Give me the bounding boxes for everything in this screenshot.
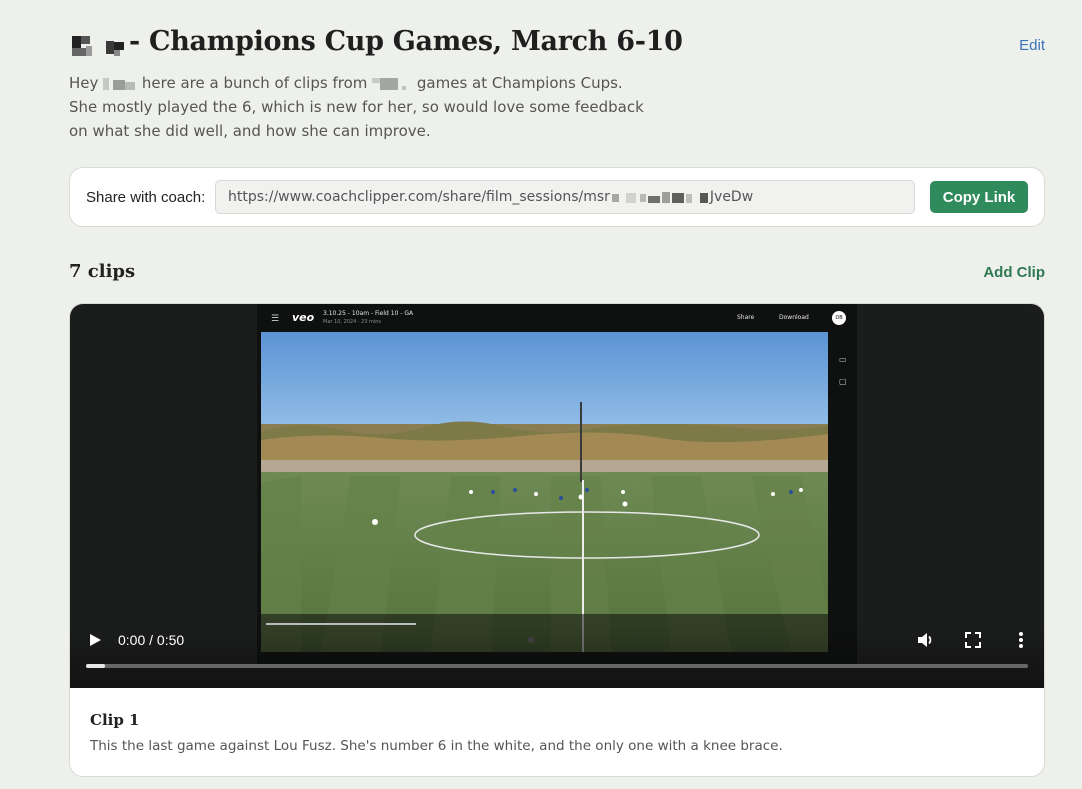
avatar: DB (832, 311, 846, 325)
page-title: - Champions Cup Games, March 6-10 (129, 26, 683, 57)
share-url-field[interactable]: https://www.coachclipper.com/share/film_… (215, 180, 915, 214)
redacted-url-segment (610, 191, 710, 203)
share-url-end: JveDw (709, 189, 754, 205)
description-text: games at Champions Cups. (412, 74, 623, 92)
embedded-game-date: Mar 10, 2024 · 23 mins (323, 319, 382, 325)
veo-logo: veo (292, 311, 315, 324)
clips-count: 7 clips (69, 261, 136, 282)
share-panel: Share with coach: https://www.coachclipp… (69, 167, 1045, 227)
share-label: Share with coach: (86, 189, 206, 206)
embedded-app-bar: ☰ veo 3.10.25 - 10am - Field 10 - GA Mar… (257, 304, 857, 332)
redacted-name (372, 77, 412, 90)
embedded-side-icons: ▭ ▢ (839, 355, 847, 386)
add-clip-button[interactable]: Add Clip (983, 264, 1045, 281)
copy-link-button[interactable]: Copy Link (930, 181, 1028, 213)
menu-icon: ☰ (271, 314, 280, 324)
embedded-share-label: Share (737, 314, 755, 321)
fullscreen-icon[interactable] (962, 629, 984, 651)
progress-fill (86, 664, 105, 668)
video-player[interactable]: ☰ veo 3.10.25 - 10am - Field 10 - GA Mar… (70, 304, 1044, 688)
embedded-download-label: Download (779, 314, 809, 321)
share-url-start: https://www.coachclipper.com/share/film_… (228, 189, 610, 205)
clip-title: Clip 1 (90, 711, 140, 729)
description-text: She mostly played the 6, which is new fo… (69, 98, 644, 116)
clip-description: This the last game against Lou Fusz. She… (90, 738, 783, 754)
embedded-game-title: 3.10.25 - 10am - Field 10 - GA (323, 310, 414, 317)
description-text: on what she did well, and how she can im… (69, 122, 431, 140)
header: - Champions Cup Games, March 6-10 Edit (69, 26, 1045, 66)
description-text: here are a bunch of clips from (137, 74, 373, 92)
clip-card: ☰ veo 3.10.25 - 10am - Field 10 - GA Mar… (69, 303, 1045, 777)
soccer-field-image (261, 332, 828, 652)
more-vertical-icon[interactable] (1010, 629, 1032, 651)
description-text: Hey (69, 74, 104, 92)
redacted-name (103, 77, 137, 90)
redacted-name (72, 36, 130, 56)
session-description: Hey here are a bunch of clips from games… (69, 71, 649, 143)
video-frame: ☰ veo 3.10.25 - 10am - Field 10 - GA Mar… (257, 304, 857, 664)
video-controls: 0:00 / 0:50 (70, 626, 1044, 688)
play-icon[interactable] (88, 631, 102, 649)
volume-icon[interactable] (914, 629, 936, 651)
progress-bar[interactable] (86, 664, 1028, 668)
time-display: 0:00 / 0:50 (118, 632, 185, 648)
edit-button[interactable]: Edit (1019, 37, 1045, 54)
